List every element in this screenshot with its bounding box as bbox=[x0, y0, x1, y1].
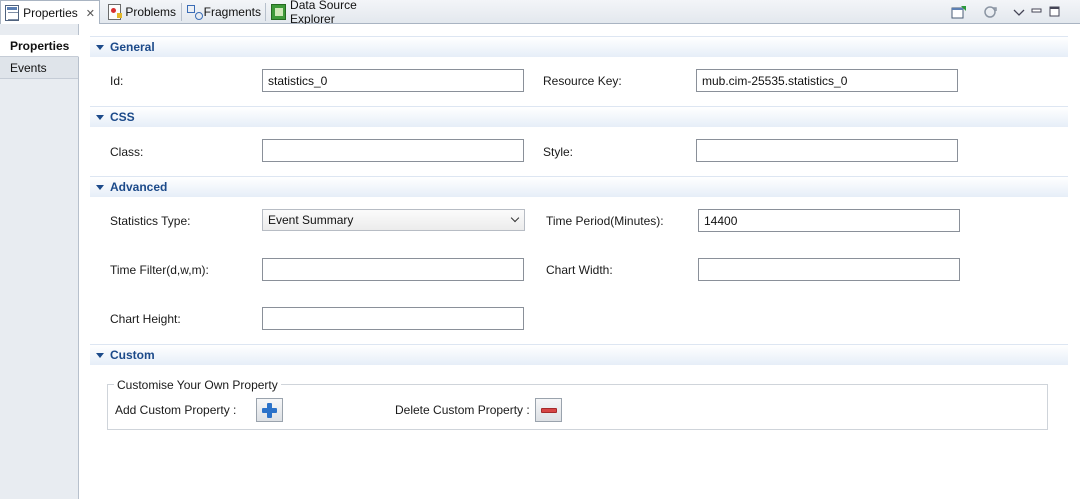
collapse-triangle-icon bbox=[96, 114, 104, 120]
section-css-title: CSS bbox=[110, 110, 135, 124]
sync-icon bbox=[984, 6, 997, 18]
tab-fragments[interactable]: Fragments bbox=[183, 0, 265, 24]
fragments-icon bbox=[187, 4, 203, 20]
class-label: Class: bbox=[110, 145, 144, 159]
problems-icon bbox=[108, 4, 123, 20]
add-custom-property-label: Add Custom Property : bbox=[115, 403, 237, 417]
tab-separator bbox=[265, 3, 266, 21]
add-custom-property-button[interactable] bbox=[256, 398, 283, 422]
tab-data-source-explorer-label: Data Source Explorer bbox=[290, 0, 357, 26]
time-period-field[interactable]: 14400 bbox=[698, 209, 960, 232]
section-general-title: General bbox=[110, 40, 155, 54]
data-source-explorer-icon bbox=[271, 4, 287, 20]
section-advanced-header[interactable]: Advanced bbox=[90, 176, 1068, 197]
tab-problems[interactable]: Problems bbox=[104, 0, 180, 24]
statistics-type-select[interactable]: Event Summary bbox=[262, 209, 525, 231]
tab-fragments-label: Fragments bbox=[203, 5, 261, 19]
pin-icon bbox=[951, 6, 966, 19]
time-filter-field[interactable] bbox=[262, 258, 524, 281]
close-icon[interactable]: ✕ bbox=[86, 7, 95, 20]
minimize-button[interactable] bbox=[1028, 3, 1046, 21]
chevron-down-icon bbox=[512, 215, 520, 223]
minimize-icon bbox=[1031, 8, 1042, 13]
pin-view-button[interactable] bbox=[950, 3, 968, 21]
resource-key-field[interactable]: mub.cim-25535.statistics_0 bbox=[696, 69, 958, 92]
section-general-header[interactable]: General bbox=[90, 36, 1068, 57]
class-field[interactable] bbox=[262, 139, 524, 162]
chart-width-label: Chart Width: bbox=[546, 263, 613, 277]
id-field[interactable]: statistics_0 bbox=[262, 69, 524, 92]
collapse-triangle-icon bbox=[96, 184, 104, 190]
time-filter-label: Time Filter(d,w,m): bbox=[110, 263, 209, 277]
nav-item-events[interactable]: Events bbox=[0, 57, 78, 79]
tab-properties[interactable]: Properties ✕ bbox=[0, 0, 100, 25]
chart-height-label: Chart Height: bbox=[110, 312, 181, 326]
tab-separator bbox=[181, 3, 182, 21]
custom-property-group-title: Customise Your Own Property bbox=[114, 378, 281, 392]
nav-item-properties[interactable]: Properties bbox=[0, 35, 79, 57]
section-css-header[interactable]: CSS bbox=[90, 106, 1068, 127]
style-label: Style: bbox=[543, 145, 574, 159]
view-menu-button[interactable] bbox=[1010, 3, 1028, 21]
style-field[interactable] bbox=[696, 139, 958, 162]
minus-icon bbox=[541, 408, 557, 413]
chart-height-field[interactable] bbox=[262, 307, 524, 330]
tab-data-source-explorer[interactable]: Data Source Explorer bbox=[267, 0, 401, 26]
plus-icon bbox=[262, 403, 277, 418]
property-category-nav: Properties Events bbox=[0, 24, 79, 499]
section-custom-header[interactable]: Custom bbox=[90, 344, 1068, 365]
resource-key-label: Resource Key: bbox=[543, 74, 622, 88]
delete-custom-property-label: Delete Custom Property : bbox=[395, 403, 530, 417]
tab-problems-label: Problems bbox=[125, 5, 176, 19]
chevron-down-icon bbox=[1013, 9, 1025, 16]
properties-content: General Id: statistics_0 Resource Key: m… bbox=[80, 24, 1080, 499]
sync-button[interactable] bbox=[982, 3, 1000, 21]
statistics-type-value: Event Summary bbox=[268, 213, 354, 227]
tab-properties-label: Properties bbox=[23, 6, 78, 20]
collapse-triangle-icon bbox=[96, 44, 104, 50]
maximize-icon bbox=[1049, 6, 1060, 17]
chart-width-field[interactable] bbox=[698, 258, 960, 281]
properties-icon bbox=[5, 5, 20, 21]
view-toolbar bbox=[950, 3, 1064, 21]
collapse-triangle-icon bbox=[96, 352, 104, 358]
delete-custom-property-button[interactable] bbox=[535, 398, 562, 422]
id-label: Id: bbox=[110, 74, 124, 88]
time-period-label: Time Period(Minutes): bbox=[546, 214, 664, 228]
section-custom-title: Custom bbox=[110, 348, 155, 362]
maximize-button[interactable] bbox=[1046, 3, 1064, 21]
view-tab-bar: Properties ✕ Problems Fragments Data Sou… bbox=[0, 0, 1080, 26]
statistics-type-label: Statistics Type: bbox=[110, 214, 191, 228]
section-advanced-title: Advanced bbox=[110, 180, 168, 194]
